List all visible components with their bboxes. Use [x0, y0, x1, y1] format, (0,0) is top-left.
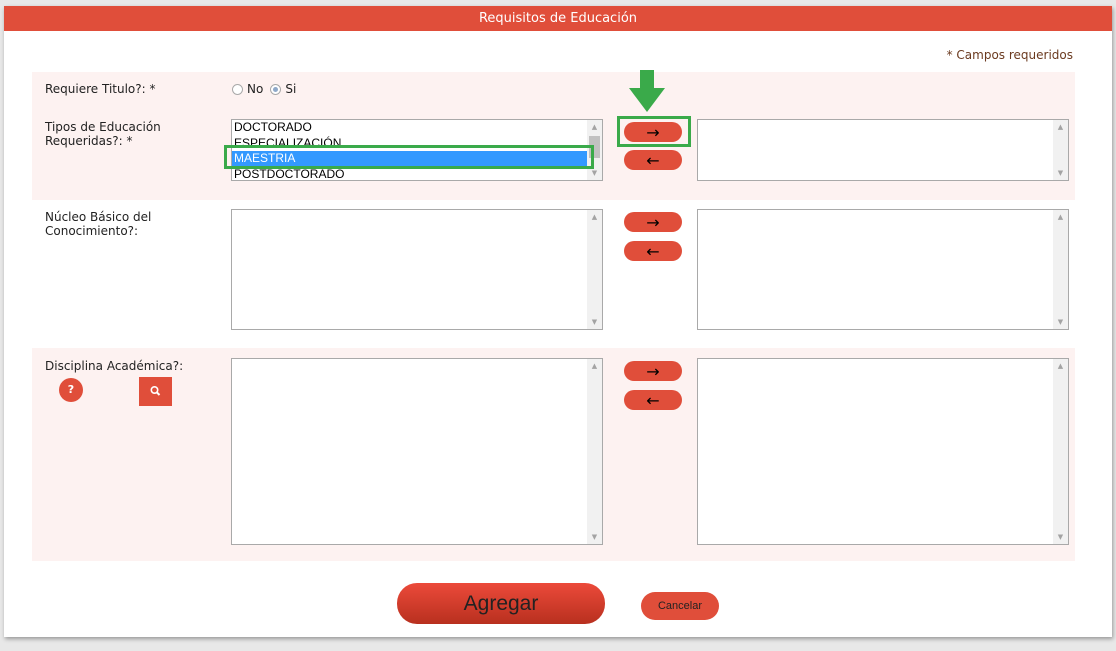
required-fields-note: * Campos requeridos	[946, 48, 1073, 62]
scroll-down-icon[interactable]: ▼	[587, 530, 602, 544]
radio-no-label: No	[247, 82, 264, 96]
disciplina-selected-listbox[interactable]: ▲ ▼	[697, 358, 1069, 545]
radio-si[interactable]	[270, 83, 282, 95]
scrollbar[interactable]: ▲ ▼	[1053, 210, 1068, 329]
label-disciplina: Disciplina Académica?:	[45, 359, 184, 373]
label-nucleo-line2: Conocimiento?:	[45, 224, 139, 238]
selection-highlight-box	[224, 145, 594, 169]
label-requiere-titulo: Requiere Titulo?: *	[45, 82, 156, 96]
help-icon[interactable]: ?	[59, 378, 83, 402]
tipos-selected-listbox[interactable]: ▲ ▼	[697, 119, 1069, 181]
label-tipos-line1: Tipos de Educación	[45, 120, 161, 134]
scroll-up-icon[interactable]: ▲	[1053, 210, 1068, 224]
nucleo-add-button[interactable]: →	[624, 212, 682, 232]
scrollbar[interactable]: ▲ ▼	[1053, 359, 1068, 544]
scroll-up-icon[interactable]: ▲	[1053, 359, 1068, 373]
radio-si-label: Si	[285, 82, 297, 96]
list-item[interactable]: DOCTORADO	[232, 120, 602, 136]
add-button-highlight-box	[617, 116, 691, 147]
label-tipos-educacion: Tipos de Educación Requeridas?: *	[45, 120, 161, 148]
tipos-remove-button[interactable]: ←	[624, 150, 682, 170]
label-nucleo-line1: Núcleo Básico del	[45, 210, 152, 224]
scrollbar[interactable]: ▲ ▼	[587, 359, 602, 544]
label-tipos-line2: Requeridas?: *	[45, 134, 133, 148]
label-nucleo: Núcleo Básico del Conocimiento?:	[45, 210, 151, 238]
nucleo-available-listbox[interactable]: ▲ ▼	[231, 209, 603, 330]
radio-group-titulo: No Si	[232, 82, 303, 96]
nucleo-remove-button[interactable]: ←	[624, 241, 682, 261]
radio-no[interactable]	[232, 83, 243, 95]
disciplina-available-listbox[interactable]: ▲ ▼	[231, 358, 603, 545]
scroll-up-icon[interactable]: ▲	[587, 210, 602, 224]
down-arrow-indicator-icon	[629, 70, 665, 112]
scroll-up-icon[interactable]: ▲	[1053, 120, 1068, 134]
scroll-up-icon[interactable]: ▲	[587, 120, 602, 134]
scrollbar[interactable]: ▲ ▼	[587, 210, 602, 329]
search-button[interactable]	[139, 377, 172, 406]
scroll-down-icon[interactable]: ▼	[587, 315, 602, 329]
scroll-down-icon[interactable]: ▼	[1053, 315, 1068, 329]
cancelar-button[interactable]: Cancelar	[641, 592, 719, 620]
scroll-down-icon[interactable]: ▼	[1053, 530, 1068, 544]
scroll-up-icon[interactable]: ▲	[587, 359, 602, 373]
search-icon	[150, 386, 161, 396]
scrollbar[interactable]: ▲ ▼	[1053, 120, 1068, 180]
scroll-down-icon[interactable]: ▼	[1053, 166, 1068, 180]
panel-title: Requisitos de Educación	[4, 6, 1112, 31]
disciplina-add-button[interactable]: →	[624, 361, 682, 381]
disciplina-remove-button[interactable]: ←	[624, 390, 682, 410]
nucleo-selected-listbox[interactable]: ▲ ▼	[697, 209, 1069, 330]
agregar-button[interactable]: Agregar	[397, 583, 605, 624]
